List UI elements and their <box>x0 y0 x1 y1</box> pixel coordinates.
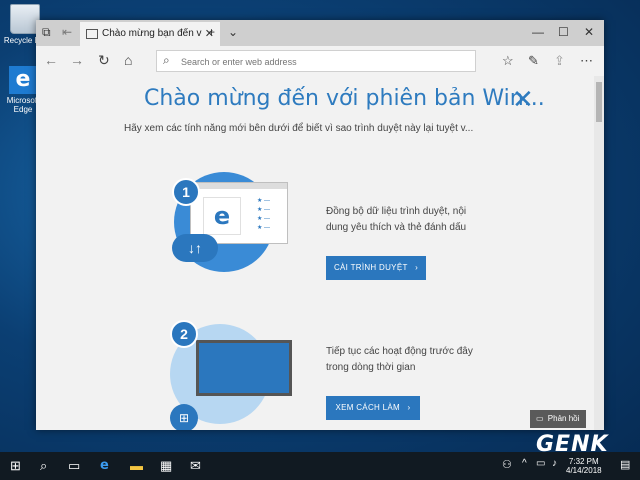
share-icon[interactable]: ⇪ <box>554 53 565 69</box>
more-icon[interactable]: ⋯ <box>580 53 593 69</box>
address-input[interactable] <box>179 53 473 70</box>
clock-time: 7:32 PM <box>568 457 599 466</box>
cloud-sync-icon: ↓↑ <box>172 234 218 262</box>
volume-icon[interactable]: ♪ <box>552 458 557 469</box>
forward-icon[interactable]: → <box>70 52 84 68</box>
feature-2-timeline-mock <box>196 340 292 396</box>
search-icon: ⌕ <box>163 53 170 67</box>
feature-1-line-2: dung yêu thích và thẻ đánh dấu <box>326 222 467 233</box>
edge-icon: e <box>9 66 37 94</box>
favorites-icon[interactable]: ☆ <box>502 53 514 69</box>
feature-2-description: Tiếp tục các hoạt động trước đây trong d… <box>326 344 473 376</box>
window-close-icon[interactable]: ✕ <box>584 25 594 39</box>
tab-welcome[interactable]: Chào mừng bạn đến với ✕ <box>80 22 220 46</box>
people-icon[interactable]: ⚇ <box>502 458 512 471</box>
timeline-icon: ⊞ <box>170 404 198 430</box>
task-view-icon[interactable]: ▭ <box>68 458 80 474</box>
tab-preview-icon[interactable]: ⧉ <box>42 25 51 40</box>
mail-icon[interactable]: ✉ <box>190 458 201 474</box>
tab-list-chevron-icon[interactable]: ⌄ <box>228 25 238 39</box>
start-windows-icon[interactable]: ⊞ <box>10 458 21 474</box>
nav-bar: ← → ↻ ⌂ ⌕ ☆ ✎ ⇪ ⋯ <box>36 46 604 76</box>
search-icon[interactable]: ⌕ <box>40 458 47 474</box>
chevron-right-icon: › <box>410 263 419 272</box>
refresh-icon[interactable]: ↻ <box>98 52 110 69</box>
taskbar: ⊞ ⌕ ▭ e ▬ ▦ ✉ ⚇ ^ ▭ ♪ 7:32 PM 4/14/2018 … <box>0 452 640 480</box>
network-icon[interactable]: ▭ <box>536 458 545 469</box>
page-content: Chào mừng đến với phiên bản Win... ✕ Hãy… <box>36 76 594 430</box>
tab-title: Chào mừng bạn đến với <box>102 28 202 39</box>
maximize-icon[interactable]: ☐ <box>558 25 569 39</box>
install-browser-button[interactable]: CÀI TRÌNH DUYỆT › <box>326 256 426 280</box>
page-subheadline: Hãy xem các tính năng mới bên dưới để bi… <box>124 123 474 134</box>
action-center-icon[interactable]: ▤ <box>620 458 630 471</box>
store-icon[interactable]: ▦ <box>160 458 172 474</box>
back-icon[interactable]: ← <box>44 52 58 68</box>
page-scrollbar[interactable] <box>594 76 604 430</box>
page-headline: Chào mừng đến với phiên bản Win... <box>144 86 545 111</box>
tab-bar: ⧉ ⇤ Chào mừng bạn đến với ✕ + ⌄ — ☐ ✕ <box>36 20 604 46</box>
chevron-right-icon: › <box>402 403 411 412</box>
address-bar[interactable]: ⌕ <box>156 50 476 72</box>
step-1-badge: 1 <box>172 178 200 206</box>
clock-date: 4/14/2018 <box>566 466 602 475</box>
feature-2-line-1: Tiếp tục các hoạt động trước đây <box>326 346 473 357</box>
set-aside-tabs-icon[interactable]: ⇤ <box>62 25 72 39</box>
step-2-badge: 2 <box>170 320 198 348</box>
minimize-icon[interactable]: — <box>532 25 544 39</box>
taskbar-edge-icon[interactable]: e <box>100 458 109 473</box>
feedback-icon: ▭ <box>536 414 544 423</box>
new-tab-icon[interactable]: + <box>208 25 215 39</box>
home-icon[interactable]: ⌂ <box>124 52 132 68</box>
edge-logo-icon: e <box>203 197 241 235</box>
feature-2-line-2: trong dòng thời gian <box>326 362 416 373</box>
feature-1-line-1: Đồng bộ dữ liệu trình duyệt, nội <box>326 206 467 217</box>
star-list-icon: ★ — ★ — ★ — ★ — <box>257 198 271 231</box>
edge-browser-window: ⧉ ⇤ Chào mừng bạn đến với ✕ + ⌄ — ☐ ✕ ← … <box>36 20 604 430</box>
see-how-button[interactable]: XEM CÁCH LÀM › <box>326 396 420 420</box>
pen-icon[interactable]: ✎ <box>528 53 539 69</box>
install-browser-label: CÀI TRÌNH DUYỆT <box>333 263 408 272</box>
file-explorer-icon[interactable]: ▬ <box>130 458 143 473</box>
clock[interactable]: 7:32 PM 4/14/2018 <box>566 457 602 475</box>
close-welcome-icon[interactable]: ✕ <box>512 84 534 115</box>
see-how-label: XEM CÁCH LÀM <box>335 403 400 412</box>
feedback-button[interactable]: ▭ Phản hồi <box>530 410 586 428</box>
feature-1-description: Đồng bộ dữ liệu trình duyệt, nội dung yê… <box>326 204 466 236</box>
scroll-thumb[interactable] <box>596 82 602 122</box>
page-favicon-icon <box>86 29 98 39</box>
tray-chevron-icon[interactable]: ^ <box>522 458 527 469</box>
feedback-label: Phản hồi <box>547 414 580 423</box>
